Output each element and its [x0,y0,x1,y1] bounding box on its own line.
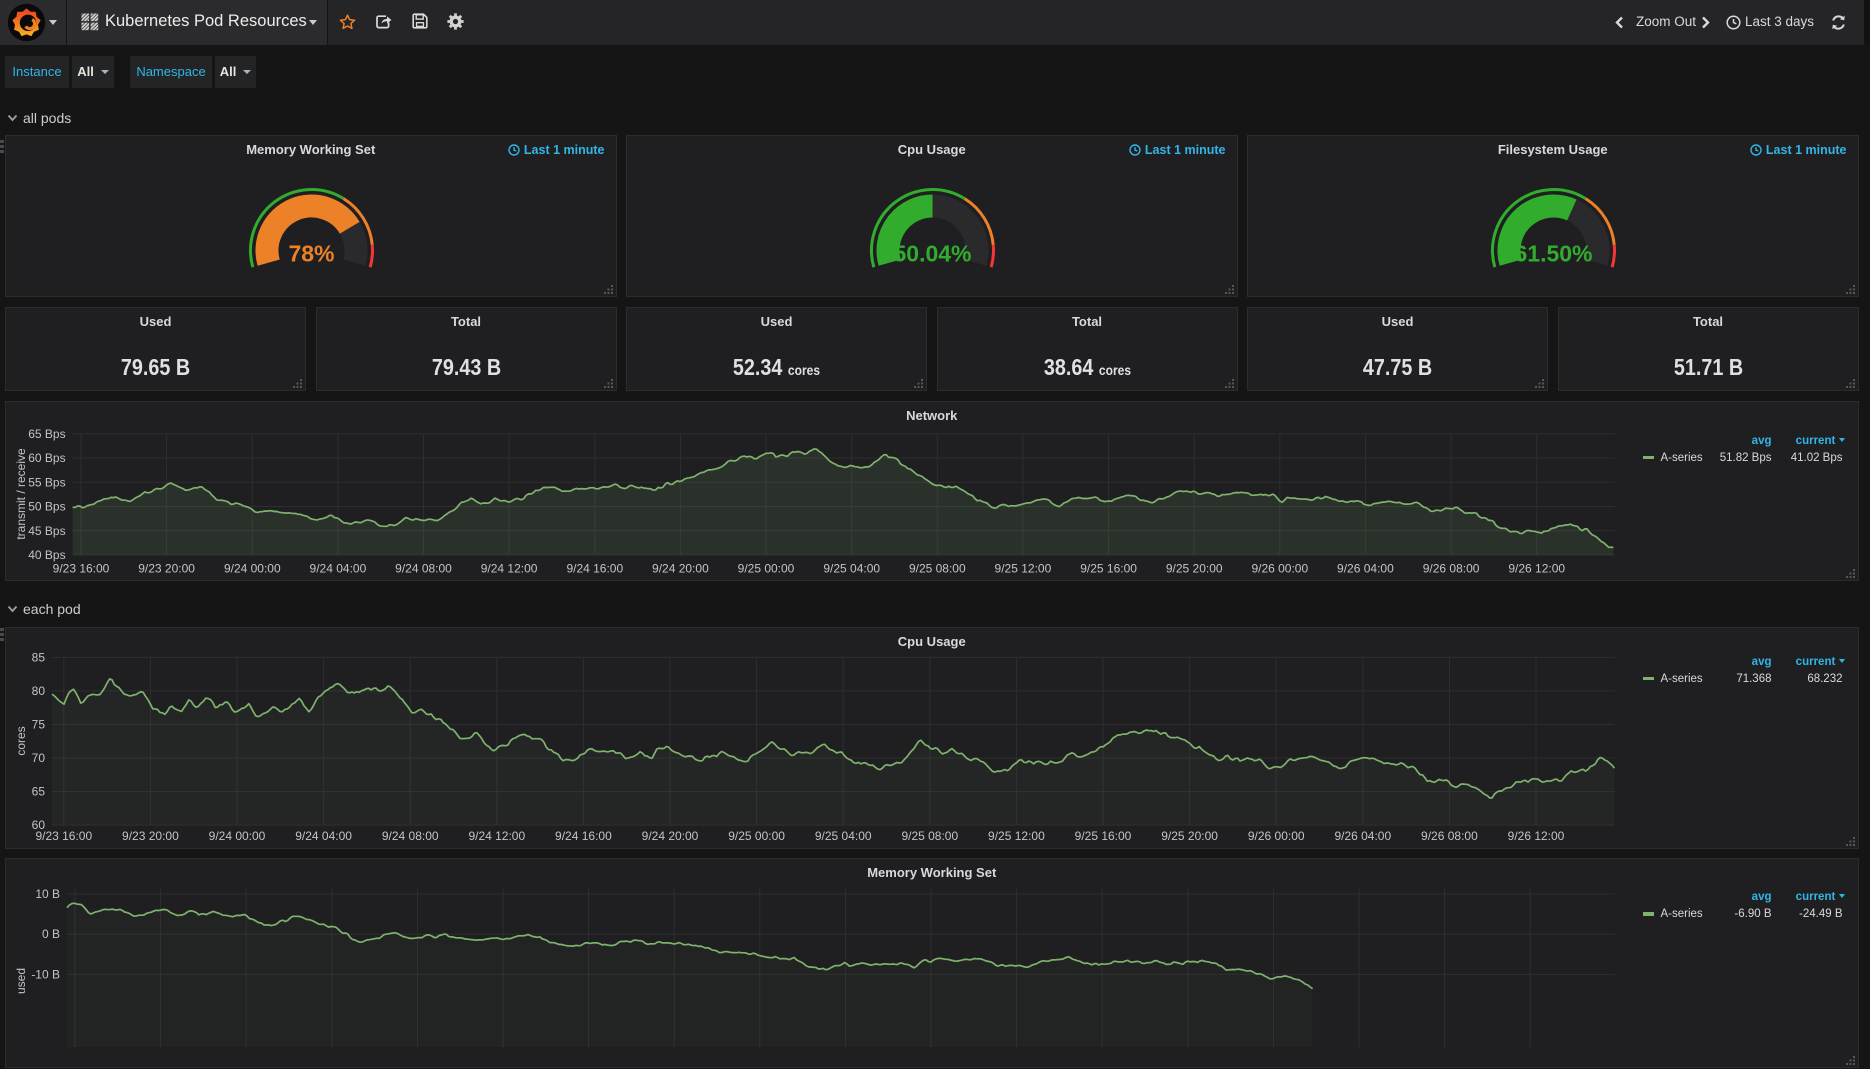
svg-text:9/26 12:00: 9/26 12:00 [1508,561,1565,575]
svg-text:9/25 12:00: 9/25 12:00 [995,561,1052,575]
svg-text:0 B: 0 B [42,927,60,941]
svg-text:9/25 08:00: 9/25 08:00 [901,829,958,843]
svg-text:9/26 08:00: 9/26 08:00 [1423,561,1480,575]
svg-text:9/26 00:00: 9/26 00:00 [1251,561,1308,575]
svg-text:40 Bps: 40 Bps [28,548,65,562]
svg-text:9/25 16:00: 9/25 16:00 [1075,829,1132,843]
svg-text:9/23 16:00: 9/23 16:00 [53,561,110,575]
svg-text:9/25 20:00: 9/25 20:00 [1166,561,1223,575]
svg-text:9/23 16:00: 9/23 16:00 [35,829,92,843]
svg-text:9/24 16:00: 9/24 16:00 [566,561,623,575]
svg-text:9/24 12:00: 9/24 12:00 [468,829,525,843]
svg-text:9/25 12:00: 9/25 12:00 [988,829,1045,843]
svg-text:9/24 12:00: 9/24 12:00 [481,561,538,575]
svg-text:9/25 20:00: 9/25 20:00 [1161,829,1218,843]
svg-text:9/25 16:00: 9/25 16:00 [1080,561,1137,575]
svg-text:9/25 00:00: 9/25 00:00 [738,561,795,575]
svg-text:70: 70 [32,751,46,765]
svg-text:10 B: 10 B [35,887,60,901]
svg-text:85: 85 [32,650,46,664]
svg-text:9/25 04:00: 9/25 04:00 [823,561,880,575]
svg-text:9/24 16:00: 9/24 16:00 [555,829,612,843]
svg-text:9/23 20:00: 9/23 20:00 [122,829,179,843]
svg-text:9/24 04:00: 9/24 04:00 [295,829,352,843]
svg-text:9/26 08:00: 9/26 08:00 [1421,829,1478,843]
svg-text:78%: 78% [288,241,334,267]
svg-text:65: 65 [32,784,46,798]
svg-text:-10 B: -10 B [31,967,60,981]
svg-text:9/24 08:00: 9/24 08:00 [395,561,452,575]
svg-text:9/25 04:00: 9/25 04:00 [815,829,872,843]
svg-text:9/24 00:00: 9/24 00:00 [224,561,281,575]
svg-text:60 Bps: 60 Bps [28,451,65,465]
svg-text:9/24 08:00: 9/24 08:00 [382,829,439,843]
svg-text:9/24 20:00: 9/24 20:00 [652,561,709,575]
svg-text:9/26 04:00: 9/26 04:00 [1337,561,1394,575]
svg-text:9/25 08:00: 9/25 08:00 [909,561,966,575]
svg-text:55 Bps: 55 Bps [28,475,65,489]
svg-text:9/23 20:00: 9/23 20:00 [138,561,195,575]
svg-text:9/25 00:00: 9/25 00:00 [728,829,785,843]
svg-text:9/24 04:00: 9/24 04:00 [310,561,367,575]
svg-text:80: 80 [32,683,46,697]
svg-text:9/26 00:00: 9/26 00:00 [1248,829,1305,843]
svg-text:61.50%: 61.50% [1514,241,1592,267]
svg-text:45 Bps: 45 Bps [28,523,65,537]
svg-text:50 Bps: 50 Bps [28,499,65,513]
svg-text:9/24 20:00: 9/24 20:00 [642,829,699,843]
svg-text:9/24 00:00: 9/24 00:00 [209,829,266,843]
svg-text:50.04%: 50.04% [893,241,971,267]
svg-text:65 Bps: 65 Bps [28,426,65,440]
svg-text:9/26 04:00: 9/26 04:00 [1334,829,1391,843]
svg-text:75: 75 [32,717,46,731]
svg-text:9/26 12:00: 9/26 12:00 [1508,829,1565,843]
